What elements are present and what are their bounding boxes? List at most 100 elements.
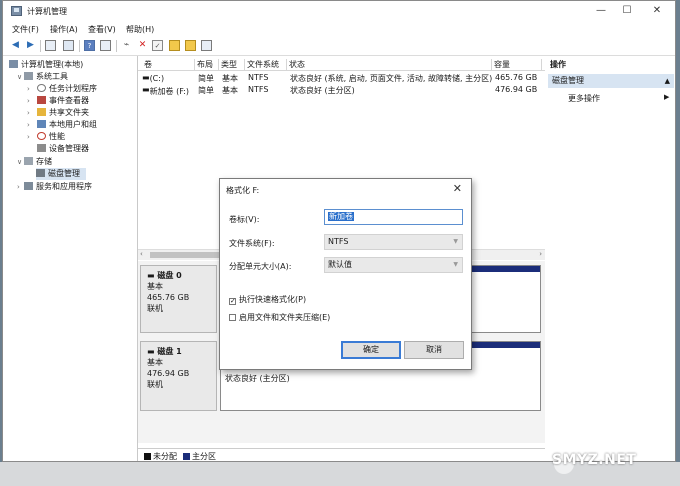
menu-help[interactable]: 帮助(H) bbox=[126, 24, 154, 35]
volume-filesystem: NTFS bbox=[248, 85, 269, 94]
chevron-down-icon: ▼ bbox=[453, 261, 458, 268]
allocation-size-label: 分配单元大小(A): bbox=[229, 262, 292, 271]
menu-file[interactable]: 文件(F) bbox=[12, 24, 39, 35]
scroll-right-icon[interactable]: › bbox=[539, 250, 542, 258]
forward-icon[interactable]: ▶ bbox=[25, 40, 36, 51]
main-window: 计算机管理 — ☐ ✕ 文件(F) 操作(A) 查看(V) 帮助(H) ◀ ▶ … bbox=[2, 0, 676, 462]
submenu-arrow-icon: ▶ bbox=[664, 93, 670, 101]
allocation-size-select[interactable]: 默认值 ▼ bbox=[324, 257, 463, 273]
collapse-arrow-icon[interactable]: ∨ bbox=[17, 158, 22, 166]
format-dialog: 格式化 F: ✕ 卷标(V): 新加卷 文件系统(F): NTFS ▼ 分配单元… bbox=[219, 178, 472, 370]
primary-swatch bbox=[183, 453, 190, 460]
tree-disk-management[interactable]: 磁盘管理 bbox=[36, 168, 86, 180]
volume-status: 状态良好 (主分区) bbox=[290, 86, 355, 95]
menu-action[interactable]: 操作(A) bbox=[50, 24, 78, 35]
check-icon[interactable]: ✓ bbox=[152, 40, 163, 51]
filesystem-select[interactable]: NTFS ▼ bbox=[324, 234, 463, 250]
up-level-icon[interactable] bbox=[45, 40, 56, 51]
tree-task-scheduler[interactable]: 任务计划程序 bbox=[37, 83, 97, 95]
open-folder-icon[interactable] bbox=[169, 40, 180, 51]
storage-icon bbox=[24, 157, 33, 165]
partition-status: 状态良好 (主分区) bbox=[225, 374, 290, 383]
expand-arrow-icon[interactable]: › bbox=[27, 133, 30, 141]
tree-local-users[interactable]: 本地用户和组 bbox=[37, 119, 97, 131]
disk-0-label[interactable]: ▬ 磁盘 0 基本 465.76 GB 联机 bbox=[140, 265, 217, 333]
computer-management-icon bbox=[11, 6, 22, 16]
legend-primary: 主分区 bbox=[192, 452, 216, 461]
search-folder-icon[interactable] bbox=[185, 40, 196, 51]
volume-status: 状态良好 (系统, 启动, 页面文件, 活动, 故障转储, 主分区) bbox=[290, 74, 493, 83]
dialog-title: 格式化 F: bbox=[226, 186, 260, 195]
tree-performance[interactable]: 性能 bbox=[37, 131, 65, 143]
volume-label-label: 卷标(V): bbox=[229, 215, 260, 224]
show-hide-tree-icon[interactable] bbox=[63, 40, 74, 51]
toolbar: ◀ ▶ ? ⌁ ✕ ✓ bbox=[3, 37, 675, 56]
help-icon[interactable]: ? bbox=[84, 40, 95, 51]
unallocated-swatch bbox=[144, 453, 151, 460]
tree-root[interactable]: 计算机管理(本地) bbox=[9, 59, 83, 71]
volume-row[interactable]: ▬ (C:) 简单 基本 NTFS 状态良好 (系统, 启动, 页面文件, 活动… bbox=[138, 72, 545, 84]
list-view-icon[interactable] bbox=[201, 40, 212, 51]
cancel-button[interactable]: 取消 bbox=[404, 341, 464, 359]
dialog-close-icon[interactable]: ✕ bbox=[453, 182, 462, 195]
expand-arrow-icon[interactable]: › bbox=[27, 121, 30, 129]
checkbox-unchecked-icon bbox=[229, 314, 236, 321]
back-icon[interactable]: ◀ bbox=[10, 40, 21, 51]
volume-capacity: 476.94 GB bbox=[495, 85, 538, 94]
navigation-tree: 计算机管理(本地) ∨ 系统工具 › 任务计划程序 › 事件查看器 › 共享文件… bbox=[3, 56, 138, 461]
col-layout[interactable]: 布局 bbox=[195, 59, 219, 70]
expand-arrow-icon[interactable]: › bbox=[27, 97, 30, 105]
expand-arrow-icon[interactable]: › bbox=[27, 85, 30, 93]
services-icon bbox=[24, 182, 33, 190]
close-button[interactable]: ✕ bbox=[647, 4, 667, 18]
delete-icon[interactable]: ✕ bbox=[137, 40, 148, 51]
actions-pane: 操作 磁盘管理 ▲ 更多操作 ▶ bbox=[546, 56, 675, 461]
tree-event-viewer[interactable]: 事件查看器 bbox=[37, 95, 89, 107]
col-type[interactable]: 类型 bbox=[219, 59, 245, 70]
scroll-left-icon[interactable]: ‹ bbox=[140, 250, 143, 258]
volume-layout: 简单 bbox=[198, 74, 214, 83]
chevron-down-icon: ▼ bbox=[453, 238, 458, 245]
disk-1-label[interactable]: ▬ 磁盘 1 基本 476.94 GB 联机 bbox=[140, 341, 217, 411]
collapse-up-icon[interactable]: ▲ bbox=[665, 74, 670, 88]
toolbar-separator bbox=[40, 40, 41, 52]
expand-arrow-icon[interactable]: › bbox=[17, 183, 20, 191]
connect-icon[interactable]: ⌁ bbox=[121, 40, 132, 51]
volume-type: 基本 bbox=[222, 74, 238, 83]
volume-name: ▬ 新加卷 (F:) bbox=[142, 85, 190, 96]
actions-more[interactable]: 更多操作 bbox=[568, 93, 600, 104]
title-bar: 计算机管理 — ☐ ✕ bbox=[3, 1, 675, 21]
volume-filesystem: NTFS bbox=[248, 73, 269, 82]
col-volume[interactable]: 卷 bbox=[142, 59, 195, 70]
window-title: 计算机管理 bbox=[27, 7, 67, 16]
device-manager-icon bbox=[37, 144, 46, 152]
maximize-button[interactable]: ☐ bbox=[617, 4, 637, 18]
tree-shared-folders[interactable]: 共享文件夹 bbox=[37, 107, 89, 119]
collapse-arrow-icon[interactable]: ∨ bbox=[17, 73, 22, 81]
col-capacity[interactable]: 容量 bbox=[492, 59, 542, 70]
toolbar-separator bbox=[79, 40, 80, 52]
quick-format-checkbox[interactable]: ✓ 执行快速格式化(P) bbox=[229, 294, 306, 305]
ok-button[interactable]: 确定 bbox=[341, 341, 401, 359]
expand-arrow-icon[interactable]: › bbox=[27, 109, 30, 117]
actions-header: 操作 bbox=[550, 60, 566, 69]
volume-type: 基本 bbox=[222, 86, 238, 95]
tree-services[interactable]: 服务和应用程序 bbox=[24, 181, 92, 193]
actions-disk-management[interactable]: 磁盘管理 ▲ bbox=[548, 74, 674, 88]
volume-row[interactable]: ▬ 新加卷 (F:) 简单 基本 NTFS 状态良好 (主分区) 476.94 … bbox=[138, 84, 545, 96]
col-filesystem[interactable]: 文件系统 bbox=[245, 59, 287, 70]
volume-name: ▬ (C:) bbox=[142, 73, 165, 83]
computer-icon bbox=[9, 60, 18, 68]
toolbar-separator bbox=[116, 40, 117, 52]
tree-storage[interactable]: 存储 bbox=[24, 156, 52, 168]
tree-device-manager[interactable]: 设备管理器 bbox=[37, 143, 89, 155]
properties-icon[interactable] bbox=[100, 40, 111, 51]
disk-icon bbox=[36, 169, 45, 177]
col-status[interactable]: 状态 bbox=[287, 59, 492, 70]
tree-system-tools[interactable]: 系统工具 bbox=[24, 71, 68, 83]
volume-label-input[interactable]: 新加卷 bbox=[324, 209, 463, 225]
compression-checkbox[interactable]: 启用文件和文件夹压缩(E) bbox=[229, 312, 330, 323]
minimize-button[interactable]: — bbox=[591, 4, 611, 18]
menu-view[interactable]: 查看(V) bbox=[88, 24, 116, 35]
clock-icon bbox=[37, 84, 46, 92]
